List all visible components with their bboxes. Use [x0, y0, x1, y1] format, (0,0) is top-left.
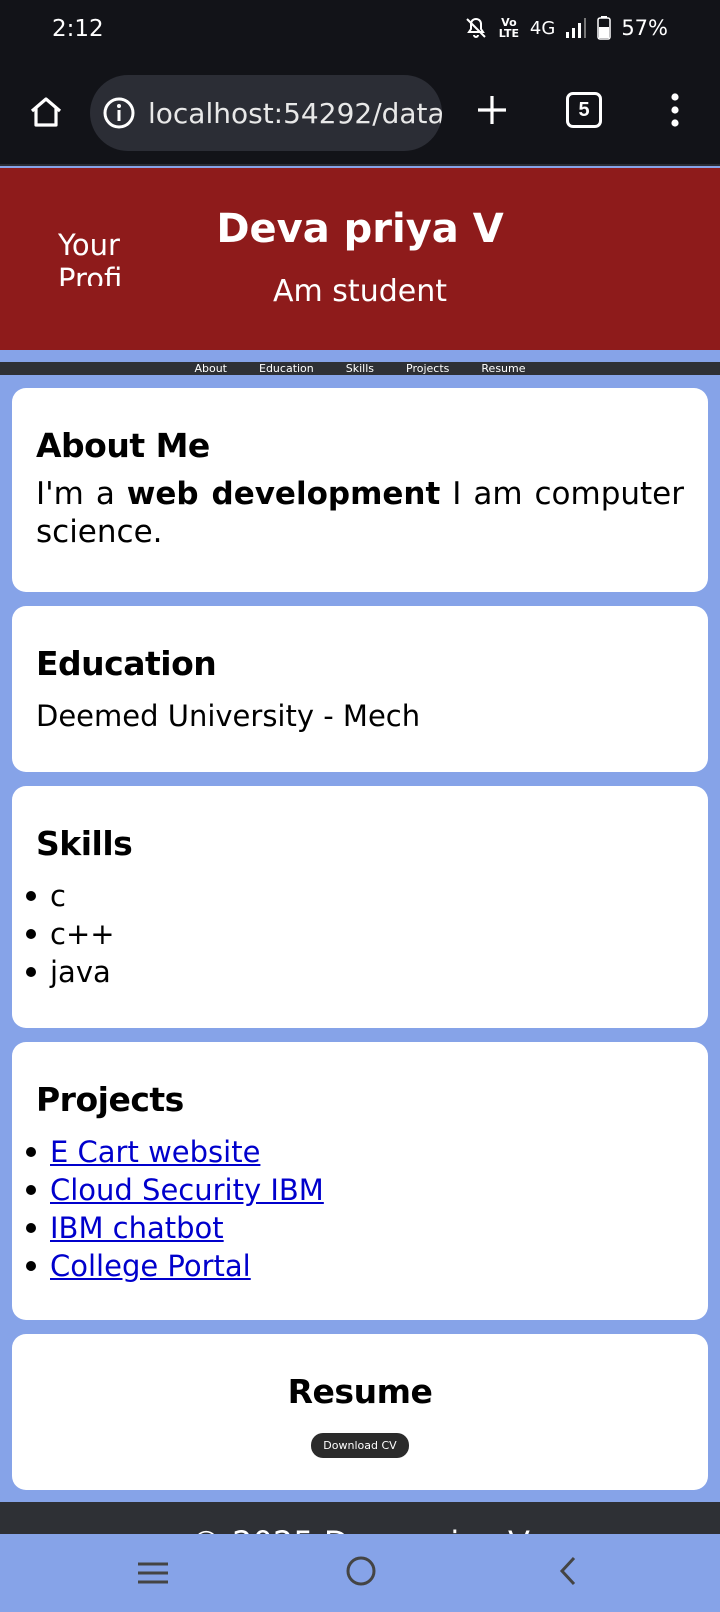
- education-text: Deemed University - Mech: [36, 699, 421, 733]
- volte-icon: Vo LTE: [498, 16, 520, 40]
- network-type: 4G: [529, 17, 556, 39]
- nav-link-skills[interactable]: Skills: [346, 362, 374, 375]
- list-item: c++: [26, 915, 684, 953]
- project-link[interactable]: E Cart website: [50, 1133, 260, 1171]
- skills-list: c c++ java: [26, 877, 684, 991]
- tab-switcher-button[interactable]: 5: [566, 92, 602, 128]
- education-title: Education: [36, 644, 217, 683]
- status-bar: 2:12 Vo LTE 4G 57%: [0, 0, 720, 62]
- bullet-icon: [26, 1223, 36, 1233]
- projects-list: E Cart website Cloud Security IBM IBM ch…: [26, 1133, 684, 1285]
- download-cv-button[interactable]: Download CV: [311, 1433, 409, 1458]
- site-nav: About Education Skills Projects Resume: [0, 362, 720, 375]
- new-tab-button[interactable]: [468, 86, 516, 134]
- more-vert-icon: [671, 93, 679, 127]
- address-bar[interactable]: localhost:54292/data: [90, 75, 442, 151]
- skills-section: Skills c c++ java: [12, 786, 708, 1028]
- site-tagline: Am student: [273, 274, 447, 309]
- education-section: Education Deemed University - Mech: [12, 606, 708, 772]
- battery-icon: [597, 16, 612, 40]
- url-text[interactable]: localhost:54292/data: [148, 97, 442, 130]
- back-icon[interactable]: [552, 1554, 586, 1588]
- system-nav-bar: [0, 1534, 720, 1612]
- signal-icon: [565, 17, 587, 39]
- status-icons: Vo LTE 4G 57%: [464, 16, 668, 40]
- status-time: 2:12: [52, 16, 104, 42]
- plus-icon: [478, 96, 506, 124]
- about-title: About Me: [36, 426, 210, 465]
- about-section: About Me I'm a web development I am comp…: [12, 388, 708, 592]
- list-item: c: [26, 877, 684, 915]
- browser-toolbar: localhost:54292/data 5: [0, 62, 720, 166]
- nav-link-projects[interactable]: Projects: [406, 362, 449, 375]
- bullet-icon: [26, 967, 36, 977]
- bullet-icon: [26, 1147, 36, 1157]
- bullet-icon: [26, 1185, 36, 1195]
- project-link[interactable]: College Portal: [50, 1247, 251, 1285]
- list-item: java: [26, 953, 684, 991]
- mute-icon: [464, 16, 488, 40]
- list-item: E Cart website: [26, 1133, 684, 1171]
- home-icon: [30, 97, 62, 127]
- list-item: IBM chatbot: [26, 1209, 684, 1247]
- info-icon[interactable]: [102, 94, 136, 132]
- recents-icon[interactable]: [136, 1556, 170, 1590]
- nav-link-about[interactable]: About: [194, 362, 227, 375]
- about-text-bold: web development: [126, 476, 441, 512]
- resume-title: Resume: [287, 1372, 433, 1411]
- bullet-icon: [26, 929, 36, 939]
- project-link[interactable]: Cloud Security IBM: [50, 1171, 324, 1209]
- more-menu-button[interactable]: [660, 86, 690, 134]
- skill-label: java: [50, 955, 111, 989]
- site-name: Deva priya V: [216, 206, 504, 252]
- nav-link-education[interactable]: Education: [259, 362, 314, 375]
- about-text-start: I'm a: [36, 476, 127, 512]
- project-link[interactable]: IBM chatbot: [50, 1209, 224, 1247]
- skill-label: c: [50, 879, 66, 913]
- footer-text: © 2025 Deva priya V: [0, 1524, 720, 1534]
- nav-link-resume[interactable]: Resume: [481, 362, 525, 375]
- site-footer: © 2025 Deva priya V: [0, 1502, 720, 1534]
- projects-section: Projects E Cart website Cloud Security I…: [12, 1042, 708, 1320]
- projects-title: Projects: [36, 1080, 184, 1119]
- skills-title: Skills: [36, 824, 133, 863]
- bullet-icon: [26, 1261, 36, 1271]
- list-item: Cloud Security IBM: [26, 1171, 684, 1209]
- resume-section: Resume Download CV: [12, 1334, 708, 1490]
- battery-percent: 57%: [621, 16, 668, 40]
- home-button[interactable]: [22, 88, 70, 136]
- bullet-icon: [26, 891, 36, 901]
- site-header: Your Profile Deva priya V Am student: [0, 168, 720, 350]
- list-item: College Portal: [26, 1247, 684, 1285]
- skill-label: c++: [50, 917, 115, 951]
- home-nav-icon[interactable]: [344, 1554, 378, 1588]
- about-text: I'm a web development I am computer scie…: [36, 475, 684, 551]
